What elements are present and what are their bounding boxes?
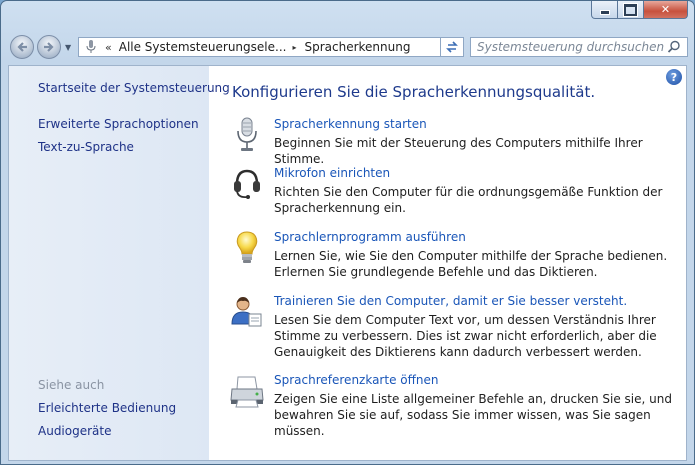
- maximize-button[interactable]: [618, 1, 644, 19]
- back-button[interactable]: [10, 35, 34, 59]
- ease-of-access-link[interactable]: Erleichterte Bedienung: [38, 401, 176, 415]
- open-reference-card-link[interactable]: Sprachreferenzkarte öffnen: [274, 373, 438, 387]
- close-button[interactable]: ✕: [644, 1, 688, 19]
- control-panel-home-link[interactable]: Startseite der Systemsteuerung: [38, 81, 230, 95]
- navigation-bar: ▼ « Alle Systemsteuerungsele... ▸ Sprach…: [1, 31, 694, 63]
- breadcrumb-all-control-panel-items[interactable]: Alle Systemsteuerungsele...: [119, 40, 287, 54]
- refresh-icon: [446, 41, 458, 53]
- recent-pages-dropdown[interactable]: ▼: [65, 43, 71, 52]
- task-description: Richten Sie den Computer für die ordnung…: [274, 185, 663, 215]
- breadcrumb-speech-recognition[interactable]: Spracherkennung: [304, 40, 410, 54]
- setup-microphone-link[interactable]: Mikrofon einrichten: [274, 166, 390, 180]
- search-placeholder: Systemsteuerung durchsuchen: [477, 40, 665, 54]
- printer-icon: [230, 376, 264, 408]
- page-title: Konfigurieren Sie die Spracherkennungsqu…: [232, 83, 596, 101]
- help-icon[interactable]: ?: [666, 69, 682, 85]
- forward-button[interactable]: [37, 35, 61, 59]
- train-computer-link[interactable]: Trainieren Sie den Computer, damit er Si…: [274, 294, 627, 308]
- minimize-icon: [599, 10, 610, 15]
- title-bar: ✕: [1, 1, 694, 31]
- start-speech-recognition-link[interactable]: Spracherkennung starten: [274, 117, 427, 131]
- see-also-heading: Siehe auch: [38, 378, 105, 392]
- caption-buttons: ✕: [591, 1, 688, 19]
- speech-recognition-icon: [83, 39, 99, 55]
- address-overflow-chevron[interactable]: «: [105, 41, 112, 54]
- minimize-button[interactable]: [591, 1, 618, 19]
- content-area: Startseite der Systemsteuerung Erweitert…: [8, 65, 687, 461]
- task-description: Lesen Sie dem Computer Text vor, um dess…: [274, 313, 657, 359]
- breadcrumb-separator[interactable]: ▸: [292, 43, 296, 52]
- task-description: Beginnen Sie mit der Steuerung des Compu…: [274, 136, 643, 166]
- search-icon[interactable]: [667, 40, 681, 54]
- task-description: Zeigen Sie eine Liste allgemeiner Befehl…: [274, 392, 672, 438]
- run-speech-tutorial-link[interactable]: Sprachlernprogramm ausführen: [274, 230, 466, 244]
- refresh-button[interactable]: [440, 37, 464, 57]
- address-bar[interactable]: « Alle Systemsteuerungsele... ▸ Spracher…: [78, 37, 464, 57]
- control-panel-window: ✕ ▼ « Alle Systemsteuerungsele... ▸ Spra…: [0, 0, 695, 465]
- user-training-icon: [231, 297, 262, 327]
- headset-icon: [234, 169, 260, 199]
- forward-arrow-icon: [44, 42, 54, 52]
- microphone-icon: [237, 117, 257, 151]
- task-description: Lernen Sie, wie Sie den Computer mithilf…: [274, 249, 668, 279]
- task-pane: Startseite der Systemsteuerung Erweitert…: [9, 66, 230, 460]
- close-icon: ✕: [660, 3, 671, 16]
- audio-devices-link[interactable]: Audiogeräte: [38, 424, 111, 438]
- advanced-speech-options-link[interactable]: Erweiterte Sprachoptionen: [38, 117, 199, 131]
- text-to-speech-link[interactable]: Text-zu-Sprache: [38, 140, 134, 154]
- lightbulb-icon: [236, 231, 258, 263]
- search-input[interactable]: Systemsteuerung durchsuchen: [470, 37, 688, 57]
- back-arrow-icon: [17, 42, 27, 52]
- maximize-icon: [624, 3, 637, 16]
